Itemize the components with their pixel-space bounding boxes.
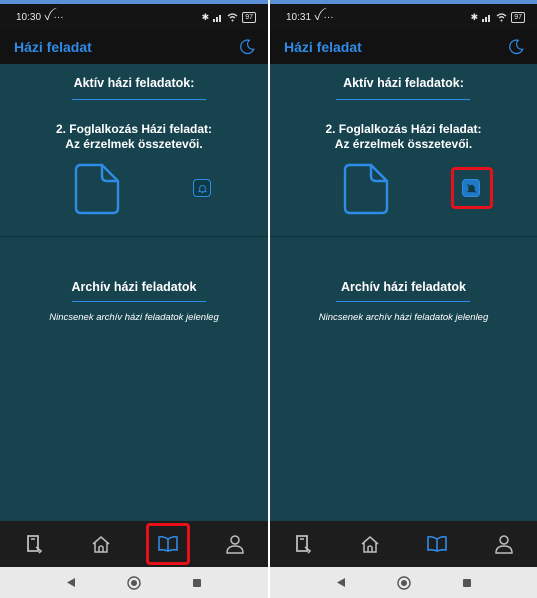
bottom-navigation xyxy=(270,521,537,567)
home-circle-icon[interactable] xyxy=(396,575,411,590)
recents-square-icon[interactable] xyxy=(192,578,202,588)
bell-highlight xyxy=(451,167,493,209)
status-icons: ✱ 97 xyxy=(201,11,256,23)
status-notification-icons: ꪜ ··· xyxy=(313,11,334,23)
moon-icon[interactable] xyxy=(507,38,525,56)
homework-title-line2: Az érzelmek összetevői. xyxy=(334,137,473,151)
user-icon xyxy=(225,535,244,554)
app-bar: Házi feladat xyxy=(270,30,537,64)
signal-icon xyxy=(213,14,222,22)
nav-homework-highlight xyxy=(145,523,190,565)
bluetooth-icon: ✱ xyxy=(470,11,479,22)
status-bar: 10:30 ꪜ ··· ✱ 97 xyxy=(0,4,268,30)
nav-home[interactable] xyxy=(81,524,121,564)
screen-right: 10:31 ꪜ ··· ✱ 97 Házi feladat Aktív házi… xyxy=(270,0,537,598)
moon-icon[interactable] xyxy=(238,38,256,56)
bell-icon xyxy=(197,184,207,193)
homework-title: 2. Foglalkozás Házi feladat: Az érzelmek… xyxy=(270,122,537,152)
homework-title-line1: 2. Foglalkozás Házi feladat: xyxy=(55,122,213,136)
journal-icon xyxy=(296,535,312,554)
archive-title-underline xyxy=(336,301,470,302)
status-time: 10:31 ꪜ ··· xyxy=(286,11,334,23)
status-notification-icons: ꪜ ··· xyxy=(43,11,64,23)
nav-journal[interactable] xyxy=(14,524,54,564)
back-triangle-icon[interactable] xyxy=(66,577,76,588)
page-title: Házi feladat xyxy=(14,39,92,55)
wifi-icon xyxy=(496,12,507,21)
archive-title-underline xyxy=(72,301,206,302)
notification-toggle-button[interactable] xyxy=(193,179,211,197)
nav-homework[interactable] xyxy=(145,523,190,565)
archive-homework-title: Archív házi feladatok xyxy=(71,280,197,294)
journal-icon xyxy=(26,535,42,554)
nav-journal[interactable] xyxy=(283,524,323,564)
battery-icon: 97 xyxy=(242,11,256,23)
system-navigation xyxy=(270,567,537,598)
homework-title-line2: Az érzelmek összetevői. xyxy=(65,137,203,151)
user-icon xyxy=(494,535,513,554)
home-icon xyxy=(92,536,109,553)
archive-empty-text: Nincsenek archív házi feladatok jelenleg xyxy=(318,312,489,323)
home-circle-icon[interactable] xyxy=(127,575,141,590)
page-title: Házi feladat xyxy=(284,39,362,55)
back-triangle-icon[interactable] xyxy=(336,577,346,588)
section-separator xyxy=(270,236,537,237)
nav-profile[interactable] xyxy=(484,524,524,564)
active-title-underline xyxy=(72,99,206,100)
file-icon[interactable] xyxy=(74,163,120,215)
nav-profile[interactable] xyxy=(215,524,255,564)
book-open-icon xyxy=(427,535,447,552)
homework-title-line1: 2. Foglalkozás Házi feladat: xyxy=(325,122,482,136)
recents-square-icon[interactable] xyxy=(462,578,472,588)
active-homework-title: Aktív házi feladatok: xyxy=(343,76,464,90)
homework-title: 2. Foglalkozás Házi feladat: Az érzelmek… xyxy=(0,122,268,152)
screen-left: 10:30 ꪜ ··· ✱ 97 Házi feladat Aktív házi… xyxy=(0,0,268,598)
wifi-icon xyxy=(227,12,238,21)
system-navigation xyxy=(0,567,268,598)
bluetooth-icon: ✱ xyxy=(201,11,210,22)
status-bar: 10:31 ꪜ ··· ✱ 97 xyxy=(270,4,537,30)
home-icon xyxy=(361,536,379,553)
nav-home[interactable] xyxy=(350,524,390,564)
status-time: 10:30 ꪜ ··· xyxy=(16,11,64,23)
battery-icon: 97 xyxy=(511,11,525,23)
archive-empty-text: Nincsenek archív házi feladatok jelenleg xyxy=(49,312,219,323)
status-icons: ✱ 97 xyxy=(470,11,525,23)
active-title-underline xyxy=(336,99,470,100)
archive-homework-title: Archív házi feladatok xyxy=(340,280,467,294)
app-bar: Házi feladat xyxy=(0,30,268,64)
nav-homework[interactable] xyxy=(417,524,457,564)
bottom-navigation xyxy=(0,521,268,567)
signal-icon xyxy=(482,14,491,22)
section-separator xyxy=(0,236,268,237)
active-homework-title: Aktív házi feladatok: xyxy=(73,76,195,90)
file-icon[interactable] xyxy=(343,163,389,215)
screen-divider xyxy=(268,0,270,598)
